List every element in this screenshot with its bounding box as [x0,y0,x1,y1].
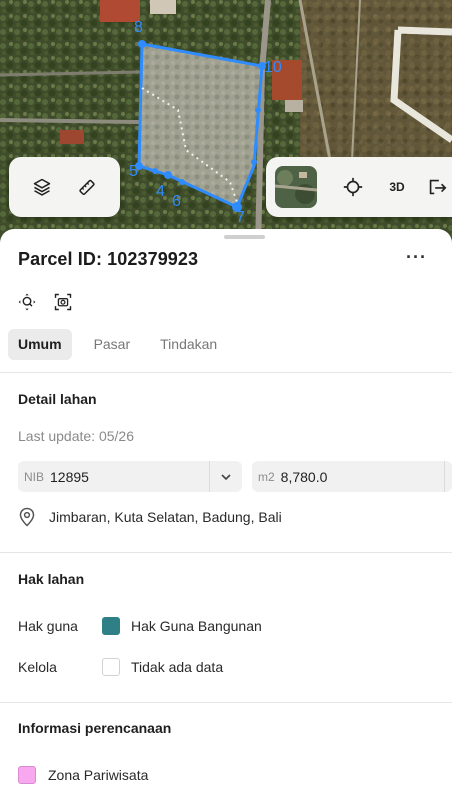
area-field[interactable]: m2 8,780.0 [252,461,452,492]
zone-swatch [18,766,36,784]
screenshot-button[interactable] [52,291,74,313]
vertex-label: 4 [156,183,165,200]
location-text: Jimbaran, Kuta Selatan, Badung, Bali [49,509,282,525]
kelola-value: Tidak ada data [131,659,224,675]
measure-icon [79,179,95,196]
quick-actions [16,291,74,313]
kelola-label: Kelola [18,659,57,675]
map-tools-panel [9,157,120,217]
locate-button[interactable] [335,169,371,205]
vertex-label: 5 [129,163,138,180]
tab-umum[interactable]: Umum [8,329,72,360]
page-title: Parcel ID: 102379923 [18,249,199,269]
location-row: Jimbaran, Kuta Selatan, Badung, Bali [18,507,282,527]
vertex-label: 6 [172,193,181,210]
map-view[interactable]: 8 10 5 4 6 7 3D [0,0,452,250]
nib-field[interactable]: NIB 12895 [18,461,242,492]
nib-value: 12895 [50,468,89,485]
kelola-swatch [102,658,120,676]
location-pin-icon [19,507,35,527]
tab-pasar[interactable]: Pasar [84,329,141,360]
area-unit: m2 [258,469,275,484]
section-heading-hak: Hak lahan [18,571,85,587]
locate-icon [343,177,363,197]
vertex-label: 8 [134,19,143,36]
more-options-button[interactable]: ··· [406,247,427,268]
sheet-grabber[interactable] [224,235,265,239]
tab-tindakan[interactable]: Tindakan [150,329,227,360]
area-value: 8,780.0 [280,468,328,485]
zoom-focus-icon [18,293,36,311]
basemap-thumbnail[interactable] [275,166,317,208]
hak-guna-value: Hak Guna Bangunan [131,618,262,634]
hak-guna-label: Hak guna [18,618,78,634]
3d-toggle-button[interactable]: 3D [379,180,415,194]
tab-bar: Umum Pasar Tindakan [8,329,227,360]
zoom-to-parcel-button[interactable] [16,291,38,313]
share-icon [429,179,447,195]
layers-icon [33,178,50,196]
vertex-label: 10 [264,59,282,76]
parcel-detail-sheet: Parcel ID: 102379923 ··· Umum Pasar Tind… [0,229,452,804]
camera-frame-icon [54,293,72,311]
nib-prefix: NIB [24,469,45,484]
divider [0,372,452,373]
measure-button[interactable] [69,169,105,205]
divider [0,702,452,703]
share-button[interactable] [425,169,449,205]
last-update-text: Last update: 05/26 [18,428,134,444]
vertex-label: 7 [236,209,245,226]
section-heading-planning: Informasi perencanaan [18,720,172,736]
zone-label: Zona Pariwisata [48,767,149,783]
map-view-panel: 3D [266,157,452,217]
chevron-down-icon[interactable] [216,467,236,487]
divider [0,552,452,553]
layers-button[interactable] [24,169,60,205]
section-heading-detail: Detail lahan [18,391,97,407]
hak-guna-swatch [102,617,120,635]
